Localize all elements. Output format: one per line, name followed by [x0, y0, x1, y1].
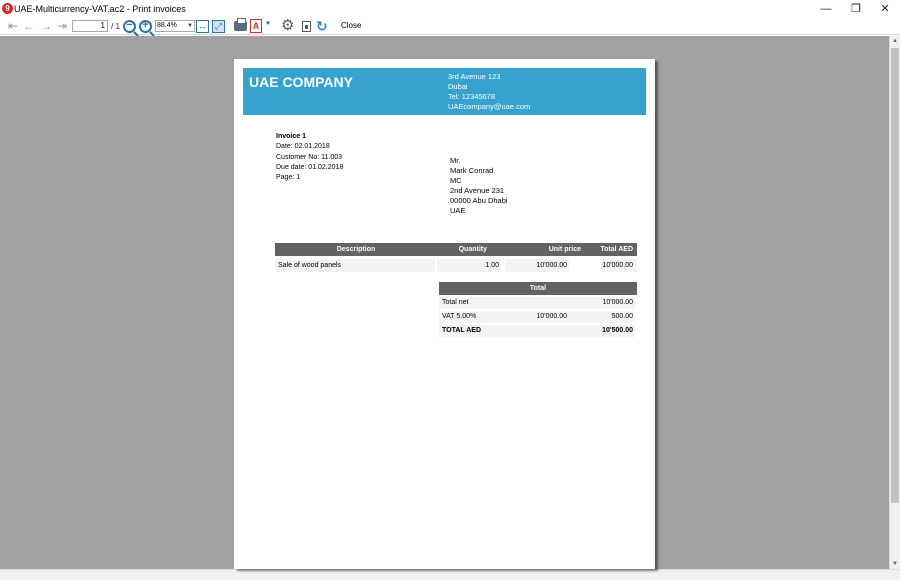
grand-total-label: TOTAL AED	[442, 327, 482, 334]
row-unit-price: 10'000.00	[505, 259, 569, 272]
grand-total-row: TOTAL AED 10'500.00	[439, 325, 637, 337]
company-name: UAE COMPANY	[249, 74, 353, 90]
customer-number: Customer No: 11.003	[276, 153, 343, 161]
row-quantity: 1.00	[437, 259, 501, 272]
col-quantity: Quantity	[458, 246, 487, 253]
page-info: Page: 1	[276, 174, 301, 182]
recipient-line: UAE	[450, 206, 466, 215]
previous-page-icon[interactable]: ←	[22, 19, 36, 34]
vat-base: 10'000.00	[536, 313, 567, 320]
next-page-icon[interactable]: →	[39, 19, 53, 34]
vat-label: VAT 5.00%	[442, 313, 477, 320]
recipient-line: Mark Conrad	[450, 166, 494, 175]
total-net-row: Total net 10'000.00	[439, 297, 637, 309]
printer-icon[interactable]	[234, 18, 247, 31]
scroll-down-icon[interactable]: ▼	[890, 559, 900, 569]
company-address-line: Tel: 12345678	[448, 92, 496, 101]
pdf-icon[interactable]: A	[250, 19, 262, 33]
company-address-line: Dubai	[448, 82, 468, 91]
due-date: Due date: 01.02.2018	[276, 163, 344, 171]
row-total: 10'000.00	[601, 259, 637, 272]
fit-width-icon[interactable]: ↔	[196, 20, 209, 33]
page-setup-icon[interactable]	[302, 21, 311, 32]
company-address: 3rd Avenue 123 Dubai Tel: 12345678 UAEco…	[448, 72, 530, 112]
company-header: UAE COMPANY 3rd Avenue 123 Dubai Tel: 12…	[243, 68, 646, 115]
page-number-input[interactable]: 1	[72, 20, 108, 32]
total-net-label: Total net	[442, 299, 469, 306]
company-address-line: 3rd Avenue 123	[448, 72, 501, 81]
row-description: Sale of wood panels	[275, 259, 435, 272]
status-bar	[0, 569, 900, 580]
refresh-icon[interactable]: ↻	[316, 18, 328, 34]
totals-header-label: Total	[529, 285, 547, 292]
total-net-value: 10'000.00	[602, 299, 633, 306]
app-icon: 9	[2, 3, 13, 14]
zoom-out-icon[interactable]: −	[123, 19, 136, 33]
minimize-button[interactable]: —	[811, 0, 841, 18]
recipient-address: Mr. Mark Conrad MC 2nd Avenue 231 00000 …	[450, 156, 508, 216]
items-table: Description Quantity Unit price Total AE…	[275, 243, 637, 272]
col-unit-price: Unit price	[548, 246, 581, 253]
close-window-button[interactable]: ✕	[870, 0, 900, 18]
vertical-scrollbar[interactable]: ▲ ▼	[889, 36, 900, 569]
col-total: Total AED	[600, 246, 633, 253]
toolbar: ⇤ ← → ⇥ 1 / 1 − + 88.4% ▼ ↔ ⤢ A ▼ ⚙ ↻ Cl…	[0, 18, 900, 35]
zoom-select[interactable]: 88.4% ▼	[155, 20, 195, 32]
window-title: UAE-Multicurrency-VAT.ac2 - Print invoic…	[14, 4, 186, 14]
scroll-up-icon[interactable]: ▲	[890, 36, 900, 46]
page-total: / 1	[111, 22, 120, 31]
pdf-menu-chevron-icon[interactable]: ▼	[265, 21, 271, 27]
company-address-line: UAEcompany@uae.com	[448, 102, 531, 111]
chevron-down-icon: ▼	[187, 23, 193, 29]
recipient-line: MC	[450, 176, 462, 185]
title-bar: 9 UAE-Multicurrency-VAT.ac2 - Print invo…	[0, 0, 900, 18]
invoice-date: Date: 02.01.2018	[276, 143, 330, 151]
invoice-info: Invoice 1 Date: 02.01.2018 Customer No: …	[276, 132, 343, 183]
table-row: Sale of wood panels 1.00 10'000.00 10'00…	[275, 259, 637, 272]
close-button[interactable]: Close	[341, 21, 361, 30]
col-description: Description	[336, 246, 376, 253]
zoom-in-icon[interactable]: +	[139, 19, 152, 33]
vat-row: VAT 5.00% 10'000.00 500.00	[439, 311, 637, 323]
invoice-title: Invoice 1	[276, 133, 306, 140]
totals-table: Total Total net 10'000.00 VAT 5.00% 10'0…	[439, 282, 637, 337]
invoice-page: UAE COMPANY 3rd Avenue 123 Dubai Tel: 12…	[234, 59, 655, 569]
vat-value: 500.00	[611, 313, 633, 320]
items-table-header: Description Quantity Unit price Total AE…	[275, 243, 637, 256]
first-page-icon[interactable]: ⇤	[6, 19, 20, 34]
zoom-value: 88.4%	[157, 22, 177, 29]
totals-table-header: Total	[439, 282, 637, 295]
scrollbar-thumb[interactable]	[891, 48, 899, 503]
restore-button[interactable]: ❐	[841, 0, 871, 18]
recipient-line: 00000 Abu Dhabi	[450, 196, 508, 205]
recipient-line: Mr.	[450, 156, 461, 165]
last-page-icon[interactable]: ⇥	[55, 19, 69, 34]
recipient-line: 2nd Avenue 231	[450, 186, 505, 195]
grand-total-value: 10'500.00	[602, 327, 633, 334]
gear-icon[interactable]: ⚙	[281, 18, 294, 34]
fit-page-icon[interactable]: ⤢	[212, 20, 225, 33]
